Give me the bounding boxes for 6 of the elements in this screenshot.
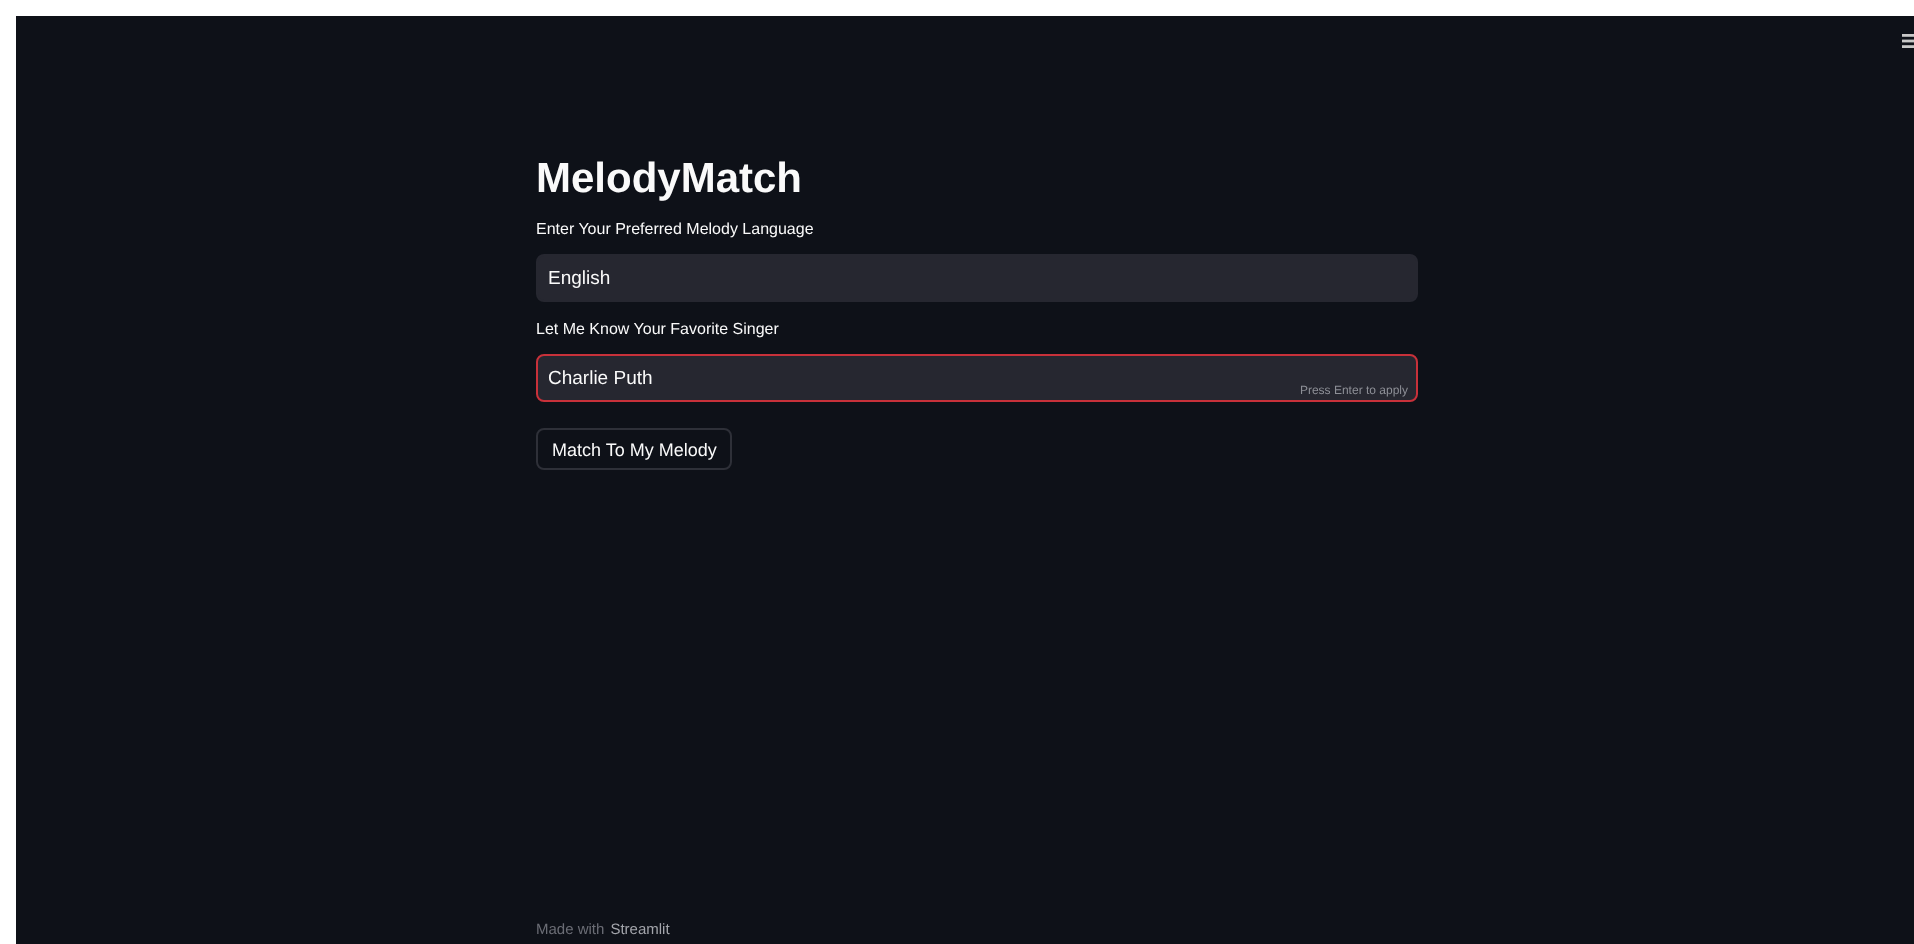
menu-icon[interactable] [1902, 34, 1914, 48]
match-button[interactable]: Match To My Melody [536, 428, 733, 470]
field-label: Let Me Know Your Favorite Singer [536, 318, 781, 340]
field-label: Enter Your Preferred Melody Language [536, 218, 816, 240]
app-title: MelodyMatch [536, 154, 805, 206]
text-field[interactable]: English [536, 254, 1418, 302]
